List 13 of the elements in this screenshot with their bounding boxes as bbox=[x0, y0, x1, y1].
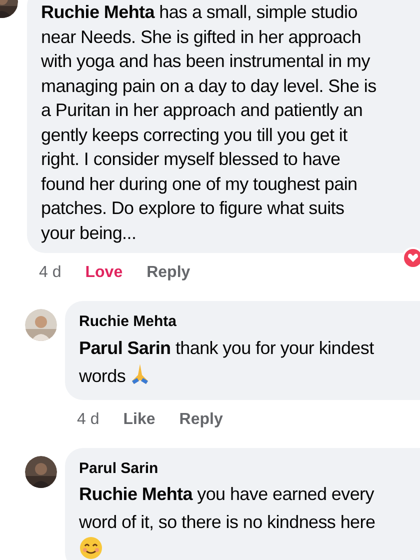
author-name: Ruchie Mehta bbox=[79, 312, 178, 332]
timestamp: 4 d bbox=[39, 263, 62, 283]
praying-hands-icon bbox=[130, 362, 150, 384]
smiling-face-icon bbox=[79, 536, 103, 560]
timestamp: 4 d bbox=[77, 410, 100, 430]
comment-text: Ruchie Mehta has a small, simple studio near Needs. She is gifted in her approach with yoga and has been instrumental in my managing pain on a day to day level. She is a Puritan in her approach and patiently an gently keeps correcting you till you get it right. I consider myself blessed to have found her during one of my toughest pain patches. Do explore to figure what suits your being... bbox=[41, 1, 378, 245]
comment-action-link[interactable]: Love bbox=[85, 261, 123, 285]
comment-action-link[interactable]: Reply bbox=[179, 408, 223, 432]
reply-text: Ruchie Mehta you have earned every word of it, so there is no kindness here bbox=[79, 483, 376, 534]
comment-action-link[interactable]: Reply bbox=[146, 261, 190, 285]
reply-text: Parul Sarin thank you for your kindest words bbox=[79, 336, 375, 388]
comment-action-link[interactable]: Like bbox=[123, 408, 156, 432]
author-name: Parul Sarin bbox=[79, 458, 160, 478]
